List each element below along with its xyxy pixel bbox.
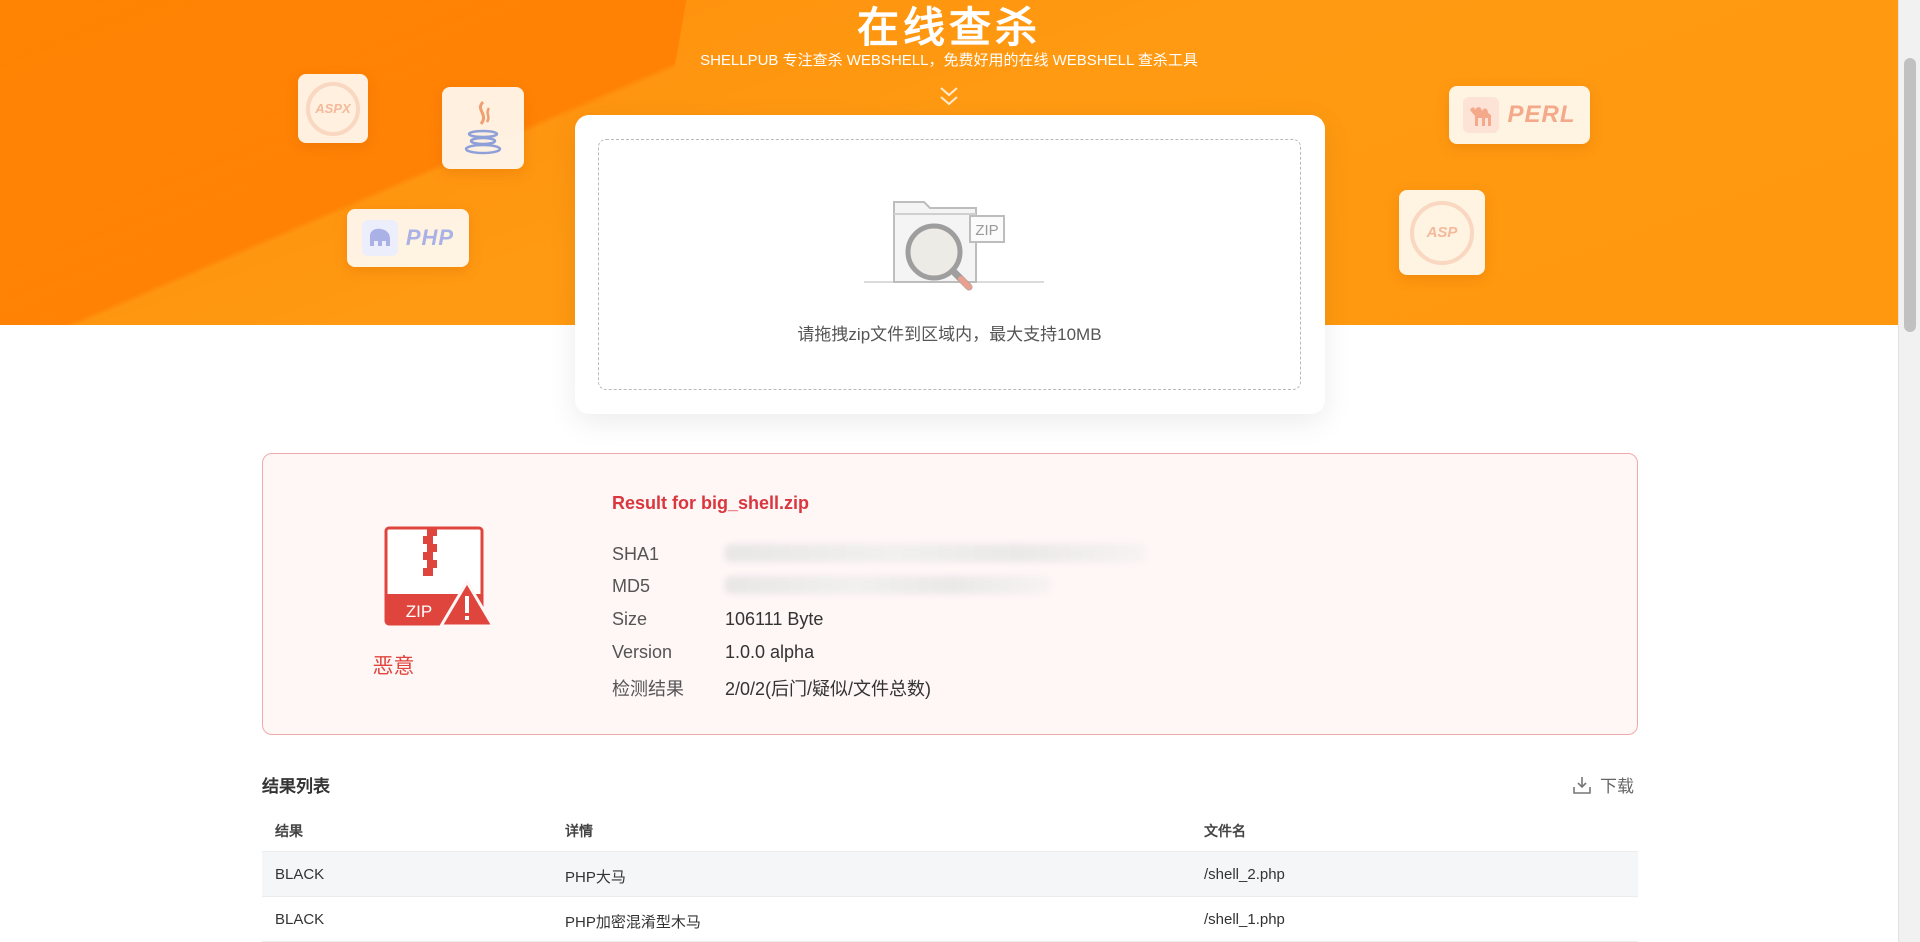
elephant-icon [361,220,398,256]
cell-result: BLACK [275,911,325,928]
file-dropzone[interactable]: ZIP 请拖拽zip文件到区域内，最大支持10MB [598,139,1301,390]
size-label: Size [612,609,648,629]
result-table: 结果 详情 文件名 BLACK PHP大马 /shell_2.php BLACK… [262,807,1638,942]
page-scrollbar[interactable] [1898,0,1920,942]
scrollbar-thumb[interactable] [1904,58,1916,332]
detect-value: 2/0/2(后门/疑似/文件总数) [725,679,932,699]
page-subtitle: SHELLPUB 专注查杀 WEBSHELL，免费好用的在线 WEBSHELL … [700,52,1198,69]
asp-icon: ASP [1410,200,1474,265]
column-header-result: 结果 [275,823,303,839]
cell-result: BLACK [275,866,325,883]
sha1-value-redacted [725,544,1145,567]
svg-text:ZIP: ZIP [406,602,432,621]
java-icon [464,100,502,155]
dropzone-hint: 请拖拽zip文件到区域内，最大支持10MB [797,325,1102,344]
table-header: 结果 详情 文件名 [262,807,1638,852]
svg-text:ZIP: ZIP [975,222,998,239]
perl-logo-badge: PERL [1449,86,1590,144]
chevron-down-icon [940,87,958,106]
aspx-icon: ASPX [306,81,360,136]
malicious-zip-icon: ZIP [384,526,493,628]
detect-label: 检测结果 [612,679,684,699]
php-logo-text: PHP [405,225,455,250]
java-logo-badge [442,87,524,169]
verdict-label: 恶意 [372,655,415,678]
table-row[interactable]: BLACK PHP大马 /shell_2.php [262,852,1638,897]
version-value: 1.0.0 alpha [725,642,815,662]
cell-filename: /shell_1.php [1204,911,1285,928]
column-header-filename: 文件名 [1204,823,1246,839]
page-title: 在线查杀 [856,4,1041,51]
size-value: 106111 Byte [725,609,824,629]
result-title: Result for big_shell.zip [612,493,810,513]
download-icon [1573,776,1591,794]
cell-detail: PHP加密混淆型木马 [565,914,701,931]
cell-filename: /shell_2.php [1204,866,1285,883]
download-button[interactable]: 下载 [1572,772,1634,797]
result-card: ZIP 恶意 Result for big_shell.zip SHA1 MD5… [262,453,1638,735]
download-label: 下载 [1600,777,1634,796]
aspx-logo-badge: ASPX [298,74,368,143]
zip-search-illustration: ZIP [864,201,1044,291]
asp-logo-badge: ASP [1399,190,1485,275]
result-list-title: 结果列表 [262,777,330,796]
camel-icon [1463,97,1500,133]
md5-value-redacted [725,576,1050,599]
version-label: Version [612,642,673,662]
php-logo-badge: PHP [347,209,469,267]
table-row[interactable]: BLACK PHP加密混淆型木马 /shell_1.php [262,897,1638,942]
cell-detail: PHP大马 [565,869,626,886]
sha1-label: SHA1 [612,544,660,564]
perl-logo-text: PERL [1507,101,1576,128]
column-header-detail: 详情 [565,823,593,839]
md5-label: MD5 [612,576,651,596]
upload-card: ZIP 请拖拽zip文件到区域内，最大支持10MB [575,115,1325,414]
